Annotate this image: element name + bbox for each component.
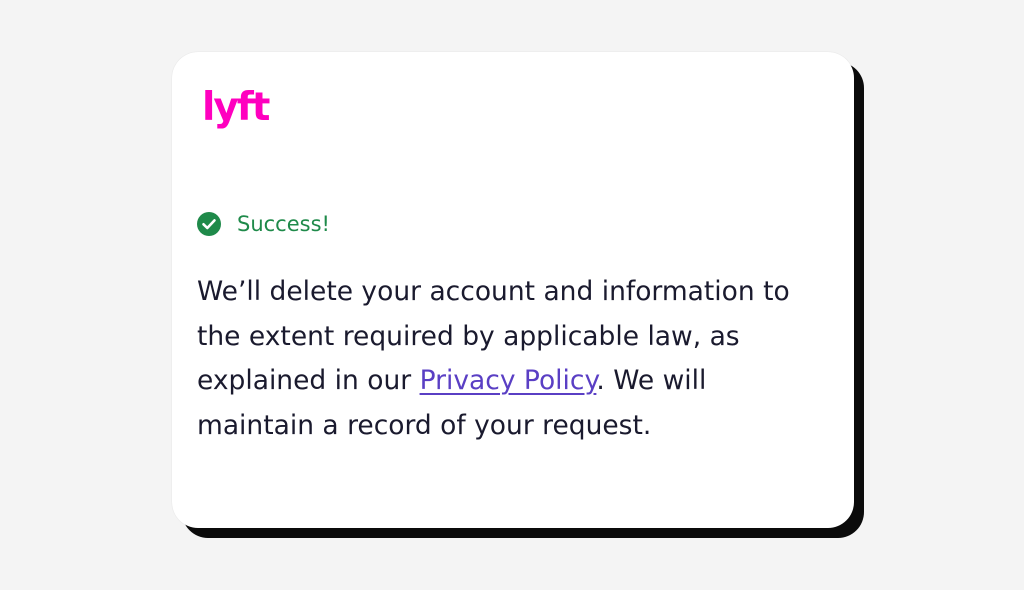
privacy-policy-link[interactable]: Privacy Policy [420,365,597,396]
confirmation-card: lyft Success! We’ll delete your account … [172,52,854,528]
success-label: Success! [237,211,330,236]
check-circle-icon [197,212,221,236]
success-status: Success! [197,212,330,236]
deletion-message: We’ll delete your account and informatio… [197,270,827,448]
lyft-logo: lyft [202,85,270,130]
